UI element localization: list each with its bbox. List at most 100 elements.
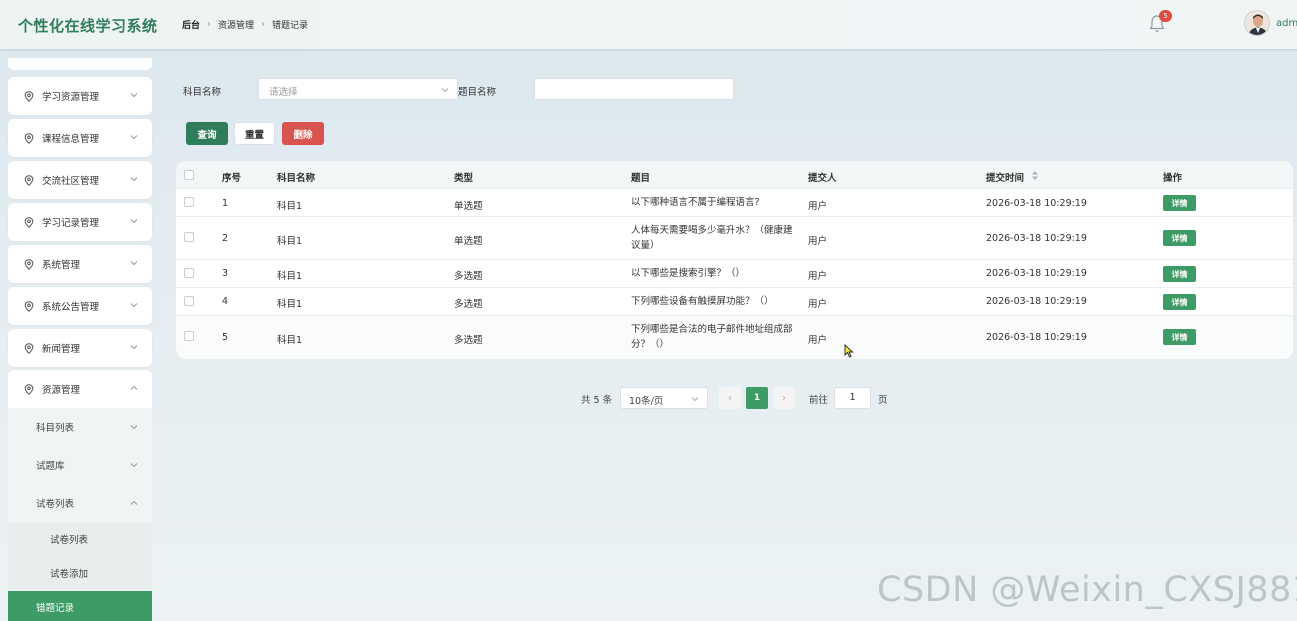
location-pin-icon — [24, 132, 34, 144]
sidebar-subitem-label: 科目列表 — [36, 423, 75, 434]
avatar[interactable] — [1244, 10, 1270, 36]
sidebar-item-system[interactable]: 系统管理 — [8, 245, 152, 283]
row-checkbox[interactable] — [184, 268, 194, 278]
table-row: 2 科目1 单选题 人体每天需要喝多少毫升水？（健康建议量） 用户 2026-0… — [176, 217, 1293, 260]
sidebar-item-learning-records[interactable]: 学习记录管理 — [8, 203, 152, 241]
cell-index: 2 — [222, 233, 229, 244]
cell-type: 单选题 — [454, 201, 483, 212]
sidebar-item-label: 系统管理 — [42, 260, 81, 271]
cell-subject: 科目1 — [277, 201, 303, 212]
sort-icon[interactable] — [1031, 170, 1039, 181]
chevron-down-icon — [130, 177, 138, 182]
chevron-down-icon — [130, 219, 138, 224]
chevron-down-icon — [130, 345, 138, 350]
location-pin-icon — [24, 174, 34, 186]
header-time[interactable]: 提交时间 — [986, 170, 1024, 184]
cell-submitter: 用户 — [808, 271, 828, 282]
select-all-checkbox[interactable] — [184, 170, 194, 180]
sidebar-item-learning-resources[interactable]: 学习资源管理 — [8, 77, 152, 115]
breadcrumb-separator-icon: › — [261, 19, 266, 30]
chevron-down-icon — [130, 261, 138, 266]
detail-button[interactable]: 详情 — [1163, 294, 1196, 310]
cell-submitter: 用户 — [808, 299, 828, 310]
sidebar-item-label: 交流社区管理 — [42, 176, 100, 187]
cell-time: 2026-03-18 10:29:19 — [986, 332, 1087, 343]
header-submitter: 提交人 — [808, 173, 837, 184]
table-row: 1 科目1 单选题 以下哪种语言不属于编程语言? 用户 2026-03-18 1… — [176, 189, 1293, 217]
cell-time: 2026-03-18 10:29:19 — [986, 296, 1087, 307]
breadcrumb-item-resource[interactable]: 资源管理 — [218, 18, 254, 31]
location-pin-icon — [24, 216, 34, 228]
sidebar-item-course-info[interactable]: 课程信息管理 — [8, 119, 152, 157]
row-checkbox[interactable] — [184, 296, 194, 306]
header-subject: 科目名称 — [277, 173, 316, 184]
page-size-select[interactable]: 10条/页 — [620, 387, 708, 409]
table-row: 5 科目1 多选题 下列哪些是合法的电子邮件地址组成部分？（） 用户 2026-… — [176, 316, 1293, 359]
pagination-total: 共 5 条 — [581, 395, 613, 406]
subject-select[interactable]: 请选择 — [258, 78, 458, 100]
cell-question: 人体每天需要喝多少毫升水？（健康建议量） — [631, 225, 793, 251]
sidebar-subitem-question-bank[interactable]: 试题库 — [8, 446, 152, 484]
sidebar-item-resources[interactable]: 资源管理 — [8, 370, 152, 408]
row-checkbox[interactable] — [184, 331, 194, 341]
sidebar-subitem-subject-list[interactable]: 科目列表 — [8, 408, 152, 446]
location-pin-icon — [24, 258, 34, 270]
app-title: 个性化在线学习系统 — [18, 17, 158, 35]
sidebar-item-label: 新闻管理 — [42, 344, 81, 355]
detail-button[interactable]: 详情 — [1163, 230, 1196, 246]
cell-question: 以下哪些是搜索引擎？（） — [631, 268, 746, 279]
sidebar-item-label: 课程信息管理 — [42, 134, 100, 145]
goto-label: 前往 — [809, 395, 829, 406]
prev-page-button[interactable]: ‹ — [719, 387, 741, 409]
cell-type: 单选题 — [454, 236, 483, 247]
sidebar-item-label: 资源管理 — [42, 385, 81, 396]
sidebar-item-announcements[interactable]: 系统公告管理 — [8, 287, 152, 325]
location-pin-icon — [24, 383, 34, 395]
chevron-up-icon — [130, 500, 138, 505]
chevron-down-icon — [130, 303, 138, 308]
sidebar-top-item — [8, 58, 152, 70]
sidebar-item-wrong-records-active[interactable]: 错题记录 — [8, 591, 152, 621]
user-name[interactable]: adm — [1276, 18, 1297, 29]
cell-subject: 科目1 — [277, 299, 303, 310]
subject-select-placeholder: 请选择 — [269, 87, 298, 98]
cell-index: 1 — [222, 198, 229, 209]
sidebar-item-label: 学习资源管理 — [42, 92, 100, 103]
sidebar-item-news[interactable]: 新闻管理 — [8, 329, 152, 367]
cell-question: 下列哪些设备有触摸屏功能？（） — [631, 296, 774, 307]
notification-badge: 5 — [1159, 10, 1172, 22]
detail-button[interactable]: 详情 — [1163, 329, 1196, 345]
row-checkbox[interactable] — [184, 232, 194, 242]
goto-page-input[interactable]: 1 — [834, 387, 871, 409]
header-type: 类型 — [454, 173, 474, 184]
breadcrumb-separator-icon: › — [207, 19, 212, 30]
query-button[interactable]: 查询 — [186, 122, 228, 145]
location-pin-icon — [24, 300, 34, 312]
cell-time: 2026-03-18 10:29:19 — [986, 268, 1087, 279]
sidebar-subsubitem-paper-add[interactable]: 试卷添加 — [8, 556, 152, 590]
question-name-input[interactable] — [534, 78, 734, 100]
table-row: 3 科目1 多选题 以下哪些是搜索引擎？（） 用户 2026-03-18 10:… — [176, 260, 1293, 288]
row-checkbox[interactable] — [184, 197, 194, 207]
breadcrumb-item-current: 错题记录 — [272, 21, 309, 31]
sidebar-subsubitem-paper-list[interactable]: 试卷列表 — [8, 522, 152, 556]
reset-button[interactable]: 重置 — [234, 122, 275, 145]
cell-type: 多选题 — [454, 335, 483, 346]
breadcrumb-item-home[interactable]: 后台 — [182, 18, 200, 31]
sidebar-subitem-paper-list[interactable]: 试卷列表 — [8, 484, 152, 522]
delete-button[interactable]: 删除 — [282, 122, 324, 145]
question-filter-label: 题目名称 — [458, 87, 497, 98]
next-page-button[interactable]: › — [773, 387, 795, 409]
detail-button[interactable]: 详情 — [1163, 195, 1196, 211]
cell-index: 4 — [222, 296, 229, 307]
table-row: 4 科目1 多选题 下列哪些设备有触摸屏功能？（） 用户 2026-03-18 … — [176, 288, 1293, 316]
header-ops: 操作 — [1163, 173, 1183, 184]
chevron-up-icon — [130, 385, 138, 390]
detail-button[interactable]: 详情 — [1163, 266, 1196, 282]
sidebar-subsubitem-label: 试卷列表 — [50, 535, 89, 546]
page-1-button[interactable]: 1 — [746, 387, 768, 409]
top-header: 个性化在线学习系统 后台 › 资源管理 › 错题记录 5 adm — [0, 0, 1297, 50]
cell-time: 2026-03-18 10:29:19 — [986, 198, 1087, 209]
chevron-down-icon — [130, 93, 138, 98]
sidebar-item-community[interactable]: 交流社区管理 — [8, 161, 152, 199]
